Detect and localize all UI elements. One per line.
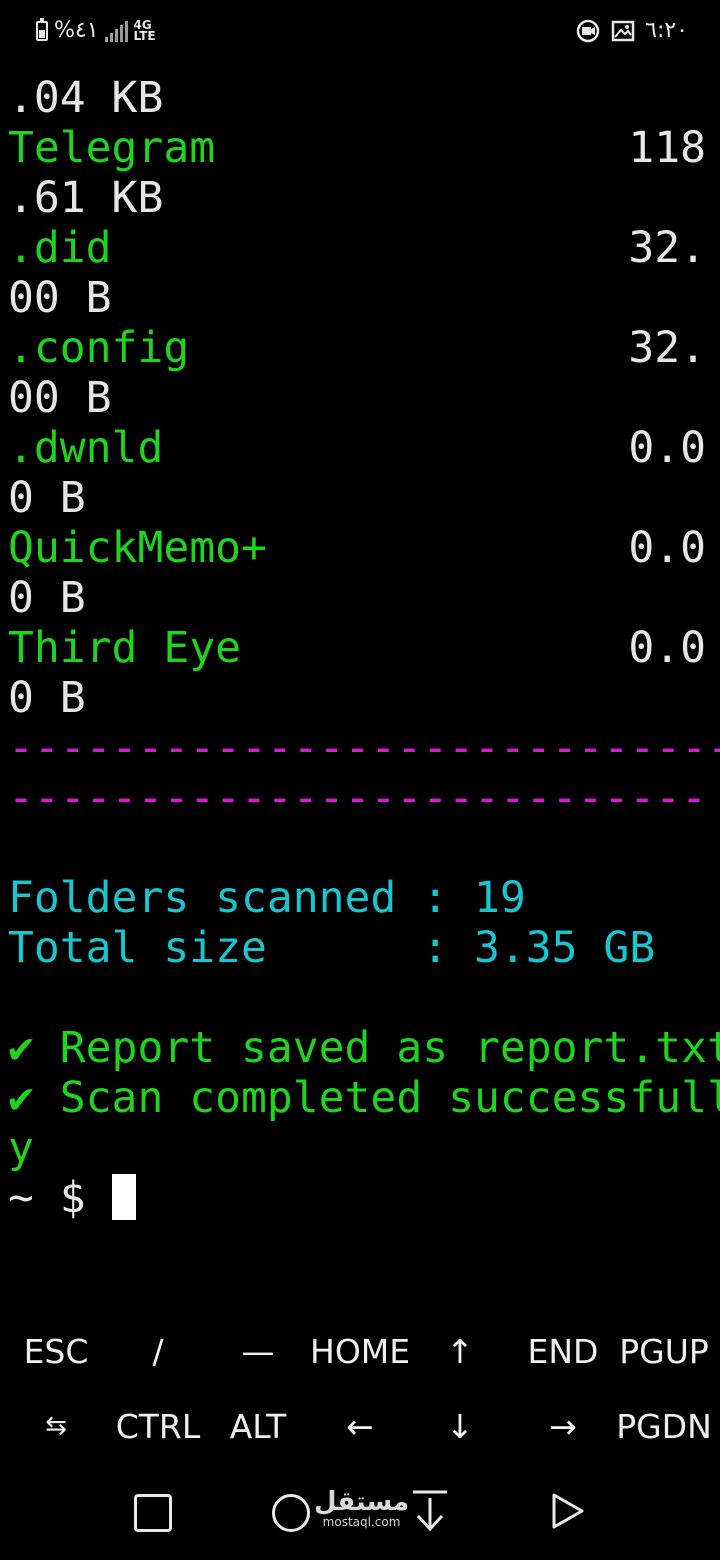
terminal-line-size: 0.0 bbox=[628, 523, 706, 573]
image-icon bbox=[611, 20, 635, 41]
battery-icon bbox=[36, 17, 48, 41]
terminal-line-size: 32. bbox=[628, 223, 706, 273]
text-cursor bbox=[111, 1174, 136, 1220]
tab-key[interactable]: ⇆ bbox=[6, 1389, 106, 1464]
terminal-line-text: Total size : 3.35 GB bbox=[8, 923, 656, 973]
terminal-line-size: 0.0 bbox=[628, 423, 706, 473]
clock-time: ٦:٢٠ bbox=[645, 18, 688, 43]
terminal-line-text: 0 B bbox=[8, 673, 86, 723]
terminal-line: Telegram 118 bbox=[0, 123, 720, 173]
left-arrow-key[interactable]: ← bbox=[310, 1389, 410, 1464]
navigation-bar: مستقل mostaql.com bbox=[0, 1470, 720, 1560]
status-left: %٤١ 4G LTE bbox=[36, 17, 156, 43]
terminal-line-text: .did bbox=[8, 223, 112, 273]
terminal-line: --------------------------- bbox=[0, 773, 720, 823]
terminal-line-text: .04 KB bbox=[8, 73, 164, 123]
terminal-line-text: Third Eye bbox=[8, 623, 241, 673]
terminal-line-text: .dwnld bbox=[8, 423, 164, 473]
pgup-key[interactable]: PGUP bbox=[614, 1314, 714, 1389]
down-arrow-key[interactable]: ↓ bbox=[410, 1389, 510, 1464]
status-right: ٦:٢٠ bbox=[575, 18, 688, 43]
terminal-line-text: QuickMemo+ bbox=[8, 523, 267, 573]
terminal-output[interactable]: .04 KB Telegram 118 .61 KB .did 32. 00 B .confi… bbox=[0, 73, 720, 1223]
terminal-line-text: y bbox=[8, 1123, 34, 1173]
triangle-back-icon[interactable] bbox=[550, 1492, 586, 1530]
terminal-line-text: 0 B bbox=[8, 573, 86, 623]
terminal-line-text: 0 B bbox=[8, 473, 86, 523]
terminal-line: .61 KB bbox=[0, 173, 720, 223]
terminal-line: .04 KB bbox=[0, 73, 720, 123]
terminal-line-text: --------------------------- bbox=[8, 773, 707, 823]
terminal-line: Third Eye 0.0 bbox=[0, 623, 720, 673]
slash-key[interactable]: / bbox=[108, 1314, 208, 1389]
terminal-line: 00 B bbox=[0, 373, 720, 423]
status-bar: %٤١ 4G LTE ٦:٢٠ bbox=[0, 0, 720, 62]
terminal-line: 0 B bbox=[0, 573, 720, 623]
pgdn-key[interactable]: PGDN bbox=[614, 1389, 714, 1464]
terminal-line-text: ✔ Report saved as report.txt bbox=[8, 1023, 720, 1073]
terminal-line-size: 118 bbox=[628, 123, 706, 173]
extra-keys-bar: ESC / — HOME ↑ END PGUP ⇆ CTRL ALT ← ↓ →… bbox=[0, 1314, 720, 1464]
extra-keys-row-1: ESC / — HOME ↑ END PGUP bbox=[0, 1314, 720, 1389]
prompt-line[interactable]: ~ $ bbox=[0, 1173, 720, 1223]
extra-keys-row-2: ⇆ CTRL ALT ← ↓ → PGDN bbox=[0, 1389, 720, 1464]
terminal-line: 0 B bbox=[0, 673, 720, 723]
up-arrow-key[interactable]: ↑ bbox=[410, 1314, 510, 1389]
mostaql-watermark: مستقل mostaql.com bbox=[314, 1487, 410, 1529]
screen-recorder-icon bbox=[576, 19, 600, 42]
terminal-line-text: 00 B bbox=[8, 373, 112, 423]
terminal-line-size: 0.0 bbox=[628, 623, 706, 673]
square-recents-icon[interactable] bbox=[134, 1494, 172, 1532]
dash-key[interactable]: — bbox=[208, 1314, 308, 1389]
terminal-line-size: 32. bbox=[628, 323, 706, 373]
alt-key[interactable]: ALT bbox=[208, 1389, 308, 1464]
end-key[interactable]: END bbox=[513, 1314, 613, 1389]
terminal-line: ✔ Report saved as report.txt bbox=[0, 1023, 720, 1073]
terminal-line: ✔ Scan completed successfull bbox=[0, 1073, 720, 1123]
swipe-down-icon[interactable] bbox=[410, 1488, 450, 1534]
terminal-line-text: Folders scanned : 19 bbox=[8, 873, 526, 923]
terminal-line-text: 00 B bbox=[8, 273, 112, 323]
circle-home-icon[interactable] bbox=[272, 1494, 310, 1532]
4g-lte-icon: 4G LTE bbox=[133, 17, 156, 43]
signal-bars-icon bbox=[104, 20, 128, 42]
terminal-line: Folders scanned : 19 bbox=[0, 873, 720, 923]
terminal-line: .did 32. bbox=[0, 223, 720, 273]
terminal-line: .config 32. bbox=[0, 323, 720, 373]
home-key[interactable]: HOME bbox=[310, 1314, 410, 1389]
terminal-line-text: ✔ Scan completed successfull bbox=[8, 1073, 720, 1123]
terminal-line-text: .61 KB bbox=[8, 173, 164, 223]
battery-percentage: %٤١ bbox=[54, 18, 99, 43]
right-arrow-key[interactable]: → bbox=[513, 1389, 613, 1464]
terminal-line: ---------------------------- bbox=[0, 723, 720, 773]
terminal-line-text: .config bbox=[8, 323, 190, 373]
terminal-line: 0 B bbox=[0, 473, 720, 523]
terminal-line: QuickMemo+ 0.0 bbox=[0, 523, 720, 573]
terminal-line: Total size : 3.35 GB bbox=[0, 923, 720, 973]
esc-key[interactable]: ESC bbox=[6, 1314, 106, 1389]
shell-prompt: ~ $ bbox=[8, 1173, 112, 1223]
terminal-line-text: ---------------------------- bbox=[8, 723, 720, 773]
terminal-line: y bbox=[0, 1123, 720, 1173]
terminal-line: 00 B bbox=[0, 273, 720, 323]
terminal-line-text: Telegram bbox=[8, 123, 216, 173]
ctrl-key[interactable]: CTRL bbox=[108, 1389, 208, 1464]
terminal-line: .dwnld 0.0 bbox=[0, 423, 720, 473]
